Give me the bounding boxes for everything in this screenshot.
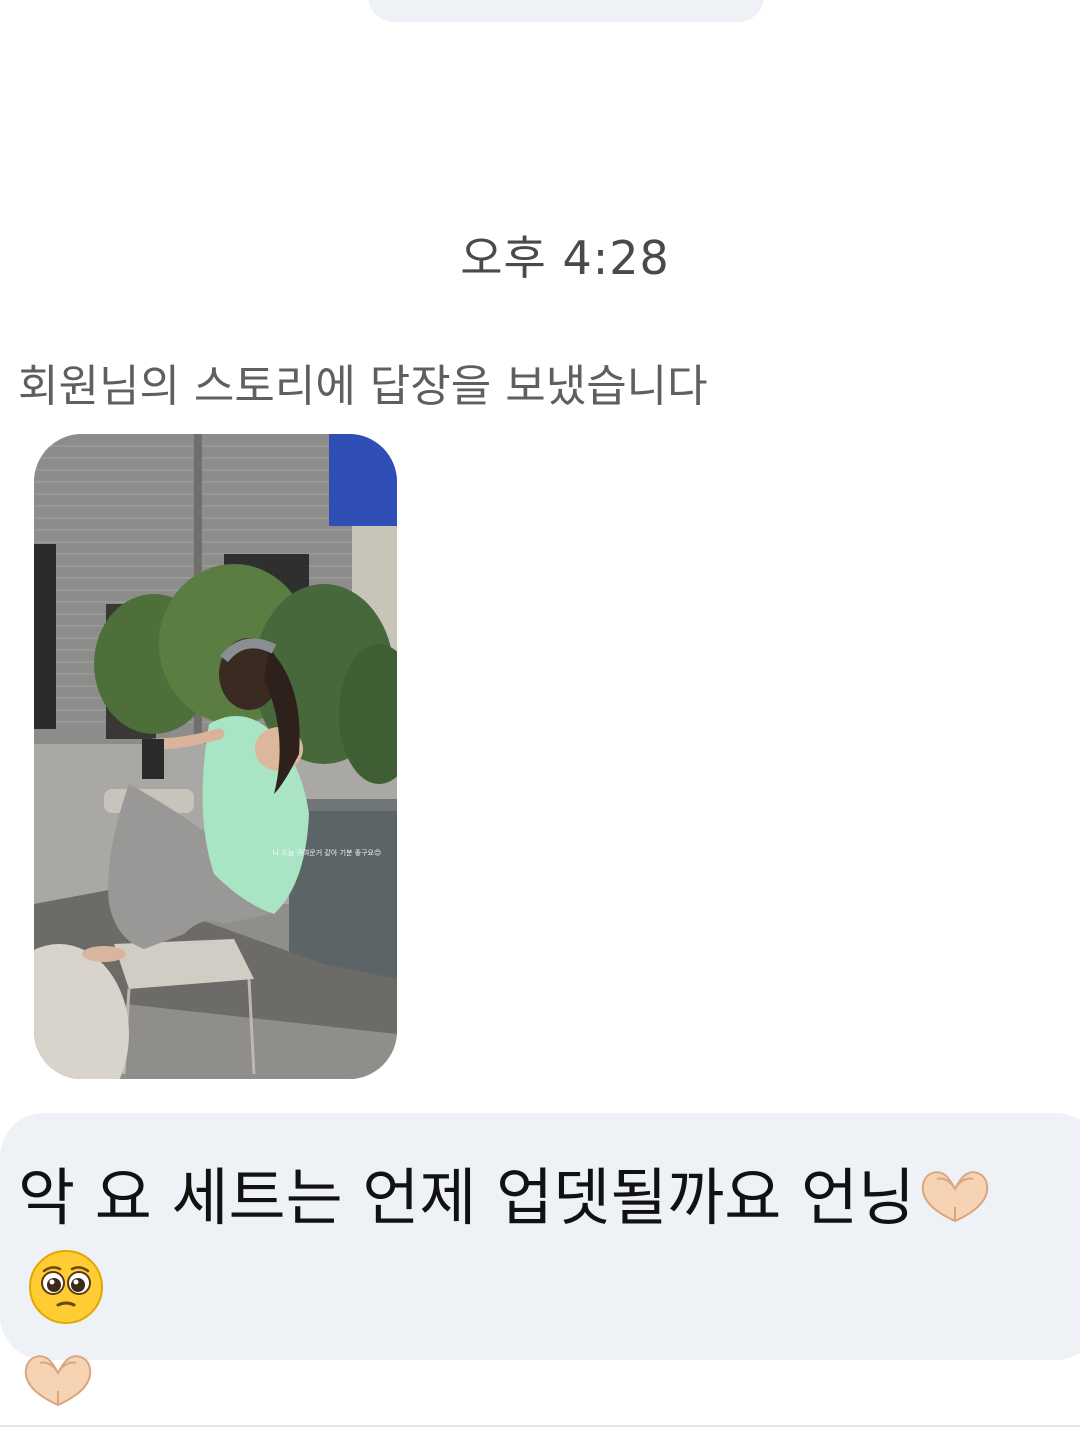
heart-hands-icon	[915, 1161, 995, 1234]
timestamp: 오후 4:28	[460, 231, 670, 285]
message-content: 악 요 세트는 언제 업뎃될까요 언닝	[18, 1152, 1080, 1428]
story-thumbnail[interactable]: 나 오늘 귀여운거 같아 기분 좋구요😊	[34, 434, 397, 1079]
pleading-face-icon	[18, 1250, 104, 1326]
message-text: 악 요 세트는 언제 업뎃될까요 언닝	[18, 1161, 916, 1234]
story-overlay-text: 나 오늘 귀여운거 같아 기분 좋구요😊	[272, 849, 382, 857]
previous-message-bubble[interactable]	[368, 0, 764, 22]
composer-divider	[0, 1425, 1080, 1427]
story-reply-notice: 회원님의 스토리에 답장을 보냈습니다	[18, 361, 708, 412]
heart-hands-icon	[18, 1345, 98, 1418]
story-photo	[34, 434, 397, 1079]
